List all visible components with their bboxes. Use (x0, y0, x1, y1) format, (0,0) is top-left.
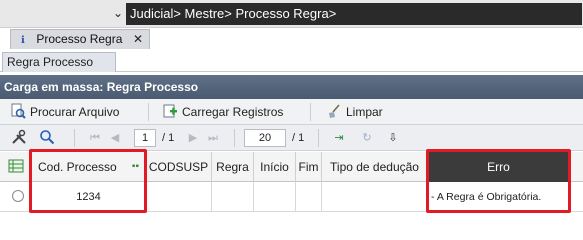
search-file-icon (10, 103, 26, 119)
grid-select-icon[interactable] (0, 152, 32, 182)
column-regra[interactable]: Regra (212, 152, 254, 182)
procurar-arquivo-button[interactable]: Procurar Arquivo (10, 103, 119, 121)
cell-erro: - A Regra é Obrigatória. (428, 182, 570, 212)
pager-divider (234, 129, 235, 147)
first-page-icon[interactable]: ⏮ (86, 129, 104, 147)
column-codsusp[interactable]: CODSUSP (146, 152, 212, 182)
limpar-label: Limpar (346, 105, 383, 119)
radio-button[interactable] (12, 190, 24, 202)
sort-icon[interactable]: ▪▪ (132, 152, 139, 182)
cell-cod-processo: 1234 (32, 182, 146, 212)
prev-page-icon[interactable]: ◀ (106, 129, 124, 147)
column-cod-processo[interactable]: Cod. Processo ▪▪ (32, 152, 146, 182)
export-icon[interactable]: ⇥ (330, 129, 348, 147)
tab-bar: ℹ Processo Regra ✕ (0, 28, 583, 50)
broom-icon (326, 103, 342, 119)
limpar-button[interactable]: Limpar (326, 103, 383, 121)
panel-title: Carga em massa: Regra Processo (0, 75, 583, 99)
column-fim[interactable]: Fim (296, 152, 322, 182)
table-row[interactable]: 1234 - A Regra é Obrigatória. (0, 182, 583, 212)
refresh-icon[interactable]: ↻ (358, 129, 376, 147)
chevron-down-icon[interactable]: ⌄ (110, 5, 126, 21)
page-size-input[interactable]: 20 (244, 129, 286, 147)
carregar-registros-label: Carregar Registros (182, 105, 284, 119)
row-select[interactable] (0, 182, 32, 212)
page-total: / 1 (162, 132, 175, 144)
add-document-icon (162, 103, 178, 119)
breadcrumb: Judicial> Mestre> Processo Regra> (126, 3, 582, 25)
column-label: Cod. Processo (38, 160, 117, 174)
subtab-bar: Regra Processo (0, 50, 583, 72)
info-icon: ℹ (21, 35, 25, 46)
top-bar: ⌄ Judicial> Mestre> Processo Regra> (0, 0, 583, 28)
next-page-icon[interactable]: ▶ (184, 129, 202, 147)
grid-header: Cod. Processo ▪▪ CODSUSP Regra Início Fi… (0, 152, 583, 182)
subtab-regra-processo[interactable]: Regra Processo (2, 52, 116, 72)
cell-codsusp (146, 182, 212, 212)
tab-processo-regra[interactable]: ℹ Processo Regra ✕ (10, 29, 150, 49)
settings-icon[interactable] (10, 129, 28, 147)
cell-fim (296, 182, 322, 212)
column-tipo-deducao[interactable]: Tipo de dedução (322, 152, 428, 182)
last-page-icon[interactable]: ⏭ (204, 129, 222, 147)
carregar-registros-button[interactable]: Carregar Registros (162, 103, 283, 121)
close-icon[interactable]: ✕ (133, 30, 143, 49)
cell-inicio (254, 182, 296, 212)
size-total: / 1 (292, 132, 305, 144)
search-icon[interactable] (38, 129, 56, 147)
toolbar: Procurar Arquivo Carregar Registros Limp… (0, 99, 583, 125)
cell-tipo-deducao (322, 182, 428, 212)
toolbar-divider (148, 103, 149, 121)
column-inicio[interactable]: Início (254, 152, 296, 182)
procurar-arquivo-label: Procurar Arquivo (30, 105, 120, 119)
data-grid: Cod. Processo ▪▪ CODSUSP Regra Início Fi… (0, 152, 583, 228)
cell-regra (212, 182, 254, 212)
pager-divider (74, 129, 75, 147)
pager-divider (318, 129, 319, 147)
pager-bar: ⏮ ◀ 1 / 1 ▶ ⏭ 20 / 1 ⇥ ↻ ⇩ (0, 125, 583, 151)
toolbar-divider (310, 103, 311, 121)
tab-label: Processo Regra (36, 32, 123, 46)
page-input[interactable]: 1 (134, 129, 156, 147)
download-icon[interactable]: ⇩ (384, 129, 402, 147)
column-erro[interactable]: Erro (428, 152, 570, 182)
